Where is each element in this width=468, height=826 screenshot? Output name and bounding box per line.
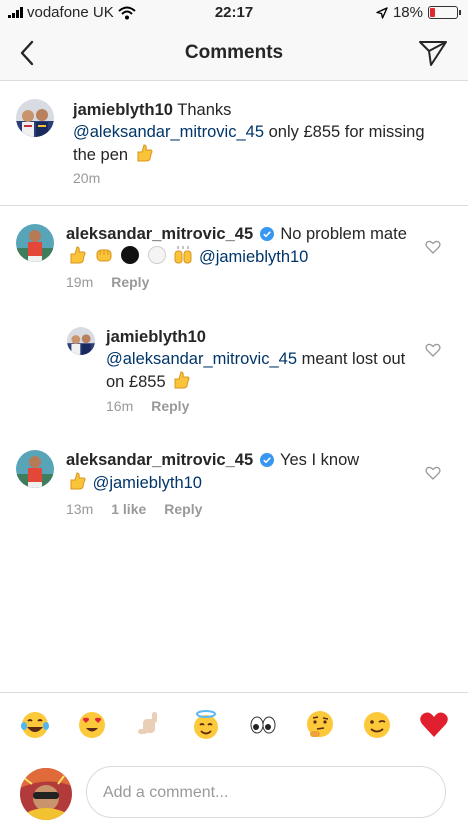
- comment-3: aleksandar_mitrovic_45 Yes I know @jamie…: [0, 440, 468, 530]
- reply-button[interactable]: Reply: [111, 274, 149, 290]
- comment-text: aleksandar_mitrovic_45 No problem mate @…: [66, 223, 416, 271]
- status-right: 18%: [376, 4, 461, 21]
- eyes-emoji-icon[interactable]: [247, 709, 279, 741]
- status-bar: vodafone UK 22:17 18%: [0, 0, 468, 26]
- comment-meta: 16m Reply: [106, 398, 189, 414]
- comment-mention[interactable]: @aleksandar_mitrovic_45: [106, 350, 297, 368]
- caption-mention[interactable]: @aleksandar_mitrovic_45: [73, 123, 264, 141]
- comment-input[interactable]: [101, 781, 435, 805]
- page-title: Comments: [184, 42, 284, 63]
- comment-username[interactable]: jamieblyth10: [106, 328, 206, 346]
- battery-icon: [428, 6, 461, 19]
- avatar[interactable]: [16, 99, 54, 137]
- caption-meta: 20m: [73, 170, 100, 186]
- user-avatar[interactable]: [20, 768, 72, 820]
- halo-emoji-icon[interactable]: [190, 709, 222, 741]
- caption-text-1: Thanks: [177, 101, 232, 119]
- heart-eyes-emoji-icon[interactable]: [76, 709, 108, 741]
- comment-time: 16m: [106, 398, 134, 414]
- avatar[interactable]: [16, 224, 54, 262]
- comment-meta: 13m 1 like Reply: [66, 501, 202, 517]
- comment-time: 13m: [66, 501, 94, 517]
- thumbs-up-emoji-icon: [67, 471, 87, 497]
- thumbs-up-emoji-icon: [67, 245, 87, 271]
- comment-meta: 19m Reply: [66, 274, 149, 290]
- caption: jamieblyth10 Thanks @aleksandar_mitrovic…: [0, 80, 468, 206]
- call-me-hand-emoji-icon[interactable]: [133, 709, 165, 741]
- heart-icon[interactable]: [425, 239, 441, 255]
- comment-1: aleksandar_mitrovic_45 No problem mate @…: [0, 206, 468, 306]
- red-heart-emoji-icon[interactable]: [418, 709, 450, 741]
- comment-composer: [0, 756, 468, 826]
- white-circle-emoji-icon: [147, 245, 167, 271]
- fist-bump-emoji-icon: [94, 245, 114, 271]
- share-button[interactable]: [418, 38, 448, 68]
- wink-emoji-icon[interactable]: [361, 709, 393, 741]
- verified-badge-icon: [259, 227, 274, 241]
- thinking-emoji-icon[interactable]: [304, 709, 336, 741]
- comment-username[interactable]: aleksandar_mitrovic_45: [66, 225, 253, 243]
- comment-username[interactable]: aleksandar_mitrovic_45: [66, 451, 253, 469]
- black-circle-emoji-icon: [120, 245, 140, 271]
- comment-2: jamieblyth10 @aleksandar_mitrovic_45 mea…: [0, 320, 468, 430]
- heart-icon[interactable]: [425, 342, 441, 358]
- caption-time: 20m: [73, 170, 101, 186]
- thumbs-up-emoji-icon: [134, 143, 154, 169]
- location-arrow-icon: [376, 6, 388, 19]
- reply-button[interactable]: Reply: [151, 398, 189, 414]
- caption-text: jamieblyth10 Thanks @aleksandar_mitrovic…: [73, 99, 443, 169]
- likes-count[interactable]: 1 like: [111, 501, 146, 517]
- battery-level: [430, 8, 435, 17]
- comment-body: No problem mate: [280, 225, 407, 243]
- tears-of-joy-emoji-icon[interactable]: [19, 709, 51, 741]
- comment-text: aleksandar_mitrovic_45 Yes I know @jamie…: [66, 449, 416, 497]
- comment-input-wrapper: [86, 766, 446, 818]
- avatar[interactable]: [67, 327, 95, 355]
- comment-body: Yes I know: [280, 451, 360, 469]
- emoji-bar: [0, 692, 468, 757]
- comment-time: 19m: [66, 274, 94, 290]
- raising-hands-emoji-icon: [173, 245, 193, 271]
- nav-bar: Comments: [0, 26, 468, 81]
- comment-mention[interactable]: @jamieblyth10: [93, 474, 202, 492]
- comment-mention[interactable]: @jamieblyth10: [199, 248, 308, 266]
- heart-icon[interactable]: [425, 465, 441, 481]
- thumbs-up-emoji-icon: [171, 370, 191, 396]
- reply-button[interactable]: Reply: [164, 501, 202, 517]
- avatar[interactable]: [16, 450, 54, 488]
- paper-plane-icon: [419, 41, 447, 66]
- verified-badge-icon: [259, 453, 274, 467]
- battery-percent: 18%: [392, 4, 423, 21]
- comment-text: jamieblyth10 @aleksandar_mitrovic_45 mea…: [106, 326, 406, 396]
- caption-username[interactable]: jamieblyth10: [73, 101, 173, 119]
